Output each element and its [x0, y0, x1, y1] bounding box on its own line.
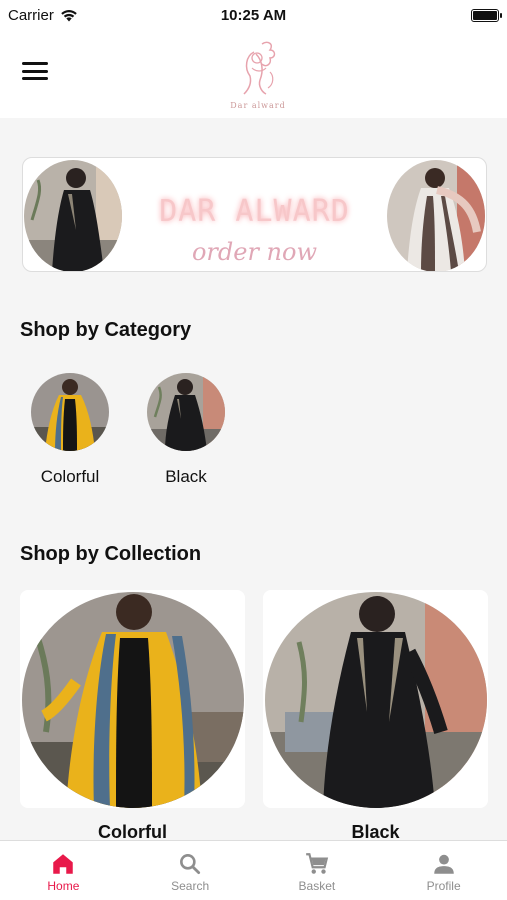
menu-line: [22, 69, 48, 73]
menu-line: [22, 62, 48, 65]
tab-basket[interactable]: Basket: [254, 841, 381, 900]
category-item-colorful[interactable]: Colorful: [25, 373, 115, 487]
bottom-tab-bar: Home Search Basket Profile: [0, 840, 507, 900]
logo-illustration-icon: [243, 41, 276, 95]
brand-logo: Dar alward: [228, 38, 288, 110]
category-label: Black: [165, 467, 207, 486]
battery-icon: [471, 8, 502, 22]
wifi-icon: [61, 9, 77, 21]
tab-label: Basket: [298, 879, 336, 893]
menu-line: [22, 77, 48, 80]
category-image-colorful: [31, 373, 109, 451]
category-section-title: Shop by Category: [20, 319, 192, 341]
cart-icon: [306, 853, 329, 874]
menu-button[interactable]: [22, 60, 48, 82]
banner-image-right: [387, 160, 485, 271]
tab-home[interactable]: Home: [0, 841, 127, 900]
carrier-label: Carrier: [8, 6, 54, 24]
category-image-black: [147, 373, 225, 451]
promo-banner[interactable]: DAR ALWARD order now: [22, 157, 487, 272]
home-icon: [53, 854, 74, 874]
battery-fill: [473, 10, 497, 20]
status-bar: Carrier 10:25 AM: [0, 0, 507, 30]
collection-section-title: Shop by Collection: [20, 543, 202, 565]
collection-card-colorful[interactable]: [20, 590, 245, 808]
status-left: Carrier: [8, 7, 78, 24]
category-item-black[interactable]: Black: [141, 373, 231, 487]
tab-search[interactable]: Search: [127, 841, 254, 900]
search-icon: [180, 854, 201, 875]
tab-label: Search: [171, 879, 210, 893]
tab-profile[interactable]: Profile: [380, 841, 507, 900]
category-label: Colorful: [40, 467, 100, 486]
collection-card-black[interactable]: [263, 590, 488, 808]
logo-text: Dar alward: [230, 101, 286, 110]
tab-label: Home: [47, 879, 80, 893]
profile-icon: [433, 854, 454, 874]
tab-label: Profile: [426, 879, 461, 893]
collection-image-black: [265, 592, 487, 808]
collection-image-colorful: [22, 592, 244, 808]
app-header: Dar alward: [0, 30, 507, 118]
